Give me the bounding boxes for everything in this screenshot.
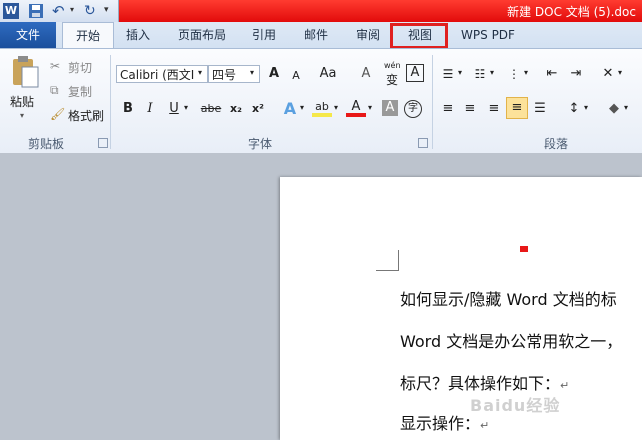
clipboard-group-label: 剪贴板: [28, 137, 65, 151]
numbering-icon[interactable]: ☷: [470, 64, 490, 84]
paste-button[interactable]: 粘贴: [10, 93, 34, 110]
chinese-layout-icon[interactable]: ✕: [598, 64, 618, 84]
page-margin-corner-mark: [376, 250, 399, 271]
char-shading-icon[interactable]: A: [382, 100, 398, 116]
clear-format-icon[interactable]: A: [356, 64, 376, 84]
font-family-select[interactable]: Calibri (西文I: [116, 65, 208, 83]
bullets-dropdown-icon[interactable]: ▾: [458, 68, 462, 77]
change-case-icon[interactable]: Aa: [316, 64, 340, 84]
align-right-icon[interactable]: ≡: [484, 99, 504, 119]
highlight-dropdown-icon[interactable]: ▾: [334, 103, 338, 112]
subscript-icon[interactable]: x₂: [226, 99, 246, 119]
char-border-icon[interactable]: A: [406, 64, 424, 82]
ribbon-home: 粘贴 ▾ ✂ 剪切 ⧉ 复制 🖌 格式刷 剪贴板 Calibri (西文I ▾ …: [0, 48, 642, 154]
tab-home[interactable]: 开始: [62, 22, 114, 49]
font-group-label: 字体: [248, 137, 273, 151]
pinyin-guide-icon[interactable]: 变: [386, 71, 398, 88]
text-effects-dropdown-icon[interactable]: ▾: [300, 103, 304, 112]
document-line-3[interactable]: 标尺？具体操作如下：↵: [400, 370, 569, 394]
copy-icon: ⧉: [50, 83, 59, 97]
multilevel-list-icon[interactable]: ⋮: [504, 64, 524, 84]
quick-access-toolbar: W ↶ ▾ ↻ ▾: [0, 0, 119, 22]
enclose-char-icon[interactable]: 字: [404, 100, 422, 118]
align-left-icon[interactable]: ≡: [438, 99, 458, 119]
cut-button[interactable]: 剪切: [68, 59, 92, 76]
tab-review[interactable]: 审阅: [348, 22, 388, 48]
decrease-indent-icon[interactable]: ⇤: [542, 64, 562, 84]
save-icon[interactable]: [28, 3, 44, 19]
paragraph-mark: ↵: [480, 419, 490, 432]
tab-file[interactable]: 文件: [0, 22, 56, 48]
paragraph-group-label: 段落: [544, 137, 569, 151]
document-line-2[interactable]: Word 文档是办公常用软之一，: [400, 328, 622, 352]
customize-qat-icon[interactable]: ▾: [104, 5, 120, 21]
italic-icon[interactable]: I: [140, 99, 160, 119]
tab-wps-pdf[interactable]: WPS PDF: [456, 22, 520, 48]
copy-button[interactable]: 复制: [68, 83, 92, 100]
word-app-icon[interactable]: W: [3, 3, 19, 19]
multilevel-dropdown-icon[interactable]: ▾: [524, 68, 528, 77]
group-separator: [432, 55, 433, 149]
font-family-dropdown-icon[interactable]: ▾: [198, 68, 202, 77]
format-painter-button[interactable]: 格式刷: [68, 107, 104, 124]
redo-icon[interactable]: ↻: [84, 3, 100, 19]
clipboard-launcher-icon[interactable]: [98, 138, 108, 148]
document-line-1[interactable]: 如何显示/隐藏 Word 文档的标: [400, 286, 617, 310]
grow-font-icon[interactable]: A: [264, 64, 284, 84]
bold-icon[interactable]: B: [118, 99, 138, 119]
tab-insert[interactable]: 插入: [118, 22, 158, 48]
text-effects-icon[interactable]: A: [280, 99, 300, 119]
underline-icon[interactable]: U: [164, 99, 184, 119]
baidu-watermark: Baidu经验: [470, 396, 561, 415]
strikethrough-icon[interactable]: abe: [198, 99, 224, 119]
font-color-dropdown-icon[interactable]: ▾: [368, 103, 372, 112]
ribbon-tab-row: 文件 开始 插入 页面布局 引用 邮件 审阅 视图 WPS PDF: [0, 22, 642, 49]
tab-references[interactable]: 引用: [244, 22, 284, 48]
document-line-4-text: 显示操作：: [400, 414, 481, 433]
underline-dropdown-icon[interactable]: ▾: [184, 103, 188, 112]
bullets-icon[interactable]: ☰: [438, 64, 458, 84]
cut-icon: ✂: [50, 59, 61, 73]
pinyin-top-text: wén: [384, 61, 401, 70]
window-title: 新建 DOC 文档 (5).doc: [507, 5, 636, 19]
superscript-icon[interactable]: x²: [248, 99, 268, 119]
view-tab-highlight-box: [390, 23, 448, 49]
group-separator: [110, 55, 111, 149]
paste-icon[interactable]: [8, 55, 42, 89]
highlight-color-icon[interactable]: ab: [312, 97, 332, 117]
document-line-3-text: 标尺？具体操作如下：: [400, 374, 561, 393]
tab-mailings[interactable]: 邮件: [296, 22, 336, 48]
align-center-icon[interactable]: ≡: [460, 99, 480, 119]
red-marker: [520, 246, 528, 252]
format-painter-icon: 🖌: [50, 107, 66, 121]
paragraph-mark: ↵: [560, 379, 570, 392]
line-spacing-icon[interactable]: ↕: [564, 99, 584, 119]
justify-icon[interactable]: ≡: [506, 97, 528, 119]
paste-dropdown-icon[interactable]: ▾: [20, 111, 24, 120]
font-size-dropdown-icon[interactable]: ▾: [250, 68, 254, 77]
undo-icon[interactable]: ↶: [52, 3, 68, 19]
numbering-dropdown-icon[interactable]: ▾: [490, 68, 494, 77]
line-spacing-dropdown-icon[interactable]: ▾: [584, 103, 588, 112]
font-launcher-icon[interactable]: [418, 138, 428, 148]
tab-page-layout[interactable]: 页面布局: [170, 22, 234, 48]
shading-dropdown-icon[interactable]: ▾: [624, 103, 628, 112]
shrink-font-icon[interactable]: A: [286, 66, 306, 86]
shading-bucket-icon[interactable]: ◆: [604, 99, 624, 119]
increase-indent-icon[interactable]: ⇥: [566, 64, 586, 84]
distributed-icon[interactable]: ☰: [530, 99, 550, 119]
font-color-icon[interactable]: A: [346, 97, 366, 117]
chinese-layout-dropdown-icon[interactable]: ▾: [618, 68, 622, 77]
